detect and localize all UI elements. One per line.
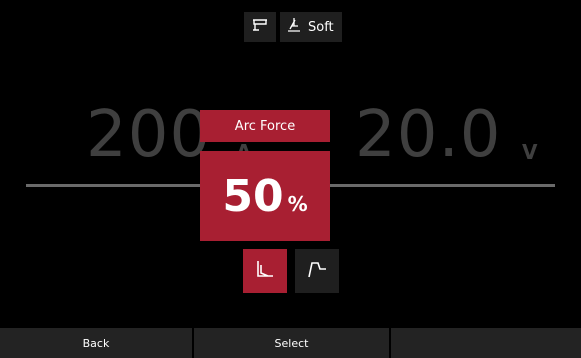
- voltage-value: 20.0: [355, 98, 502, 172]
- arc-force-value-box[interactable]: 50 %: [200, 151, 330, 241]
- constant-curve-icon: [306, 259, 328, 283]
- footer-button-3[interactable]: [391, 328, 581, 358]
- droop-curve-button[interactable]: [243, 249, 287, 293]
- amperage-value: 200: [86, 98, 212, 172]
- torch-icon: [251, 18, 269, 36]
- constant-curve-button[interactable]: [295, 249, 339, 293]
- voltage-unit: V: [522, 140, 538, 164]
- soft-start-icon: [286, 17, 302, 37]
- mode-chip[interactable]: Soft: [280, 12, 342, 42]
- mode-label: Soft: [308, 19, 334, 35]
- footer-bar: Back Select: [0, 328, 581, 358]
- back-button[interactable]: Back: [0, 328, 192, 358]
- select-button[interactable]: Select: [194, 328, 389, 358]
- top-status-bar: Soft: [244, 12, 342, 42]
- droop-curve-icon: [254, 259, 276, 283]
- arc-force-title: Arc Force: [200, 110, 330, 142]
- process-chip[interactable]: [244, 12, 276, 42]
- arc-force-value: 50: [222, 170, 284, 222]
- arc-force-unit: %: [287, 192, 308, 216]
